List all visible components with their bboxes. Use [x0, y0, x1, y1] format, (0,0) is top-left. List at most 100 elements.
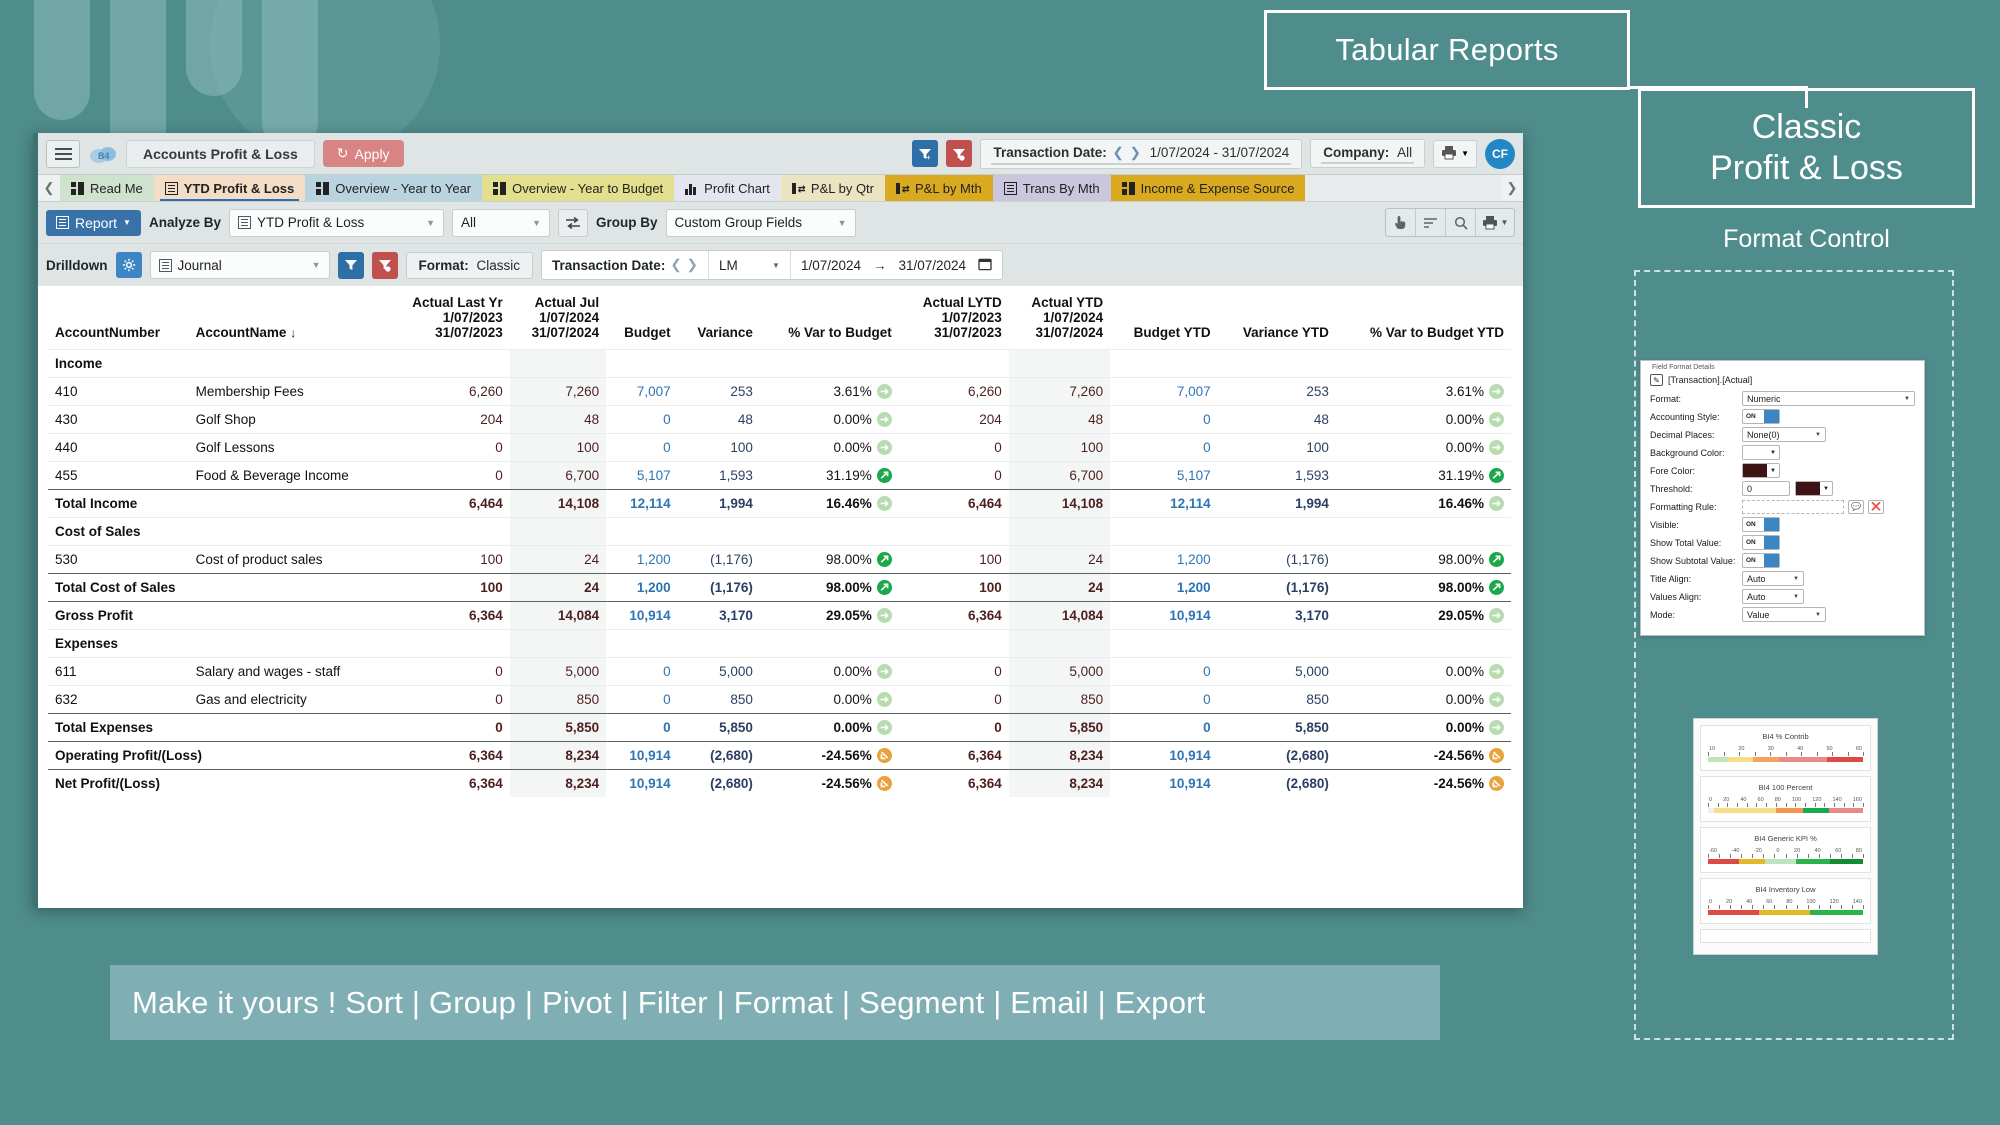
add-filter-icon-2[interactable]: [338, 252, 364, 279]
table-total-row[interactable]: Total Expenses05,85005,8500.00%05,85005,…: [48, 714, 1511, 742]
pct-value: 98.00%: [826, 580, 872, 595]
report-toolbar-row-2: Drilldown Journal ▼ Format: Classic Tran…: [38, 243, 1523, 286]
table-total-row[interactable]: Operating Profit/(Loss)6,3648,23410,914(…: [48, 742, 1511, 770]
clear-icon[interactable]: ❌: [1868, 500, 1884, 514]
user-avatar[interactable]: CF: [1485, 139, 1515, 169]
tab-income-expense-source[interactable]: Income & Expense Source: [1111, 175, 1306, 201]
column-header-actualytd[interactable]: Actual YTD1/07/2024 31/07/2024: [1009, 286, 1110, 350]
date-prev-icon-2[interactable]: ❮: [670, 257, 681, 273]
color-swatch-background-color[interactable]: ▼: [1742, 445, 1780, 460]
tab-scroll-right-icon[interactable]: ❯: [1501, 175, 1523, 201]
apply-button[interactable]: ↻ Apply: [323, 140, 404, 167]
format-select-values-align[interactable]: Auto▼: [1742, 589, 1804, 604]
format-toggle-show-subtotal-value[interactable]: ON: [1742, 553, 1780, 568]
cell-variance-ytd: (1,176): [1218, 546, 1336, 574]
threshold-color-swatch[interactable]: ▼: [1795, 481, 1833, 496]
kpi-segment: [1708, 757, 1727, 762]
format-toggle-show-total-value[interactable]: ON: [1742, 535, 1780, 550]
date-next-icon-2[interactable]: ❯: [687, 257, 698, 273]
tab-ytd-profit-loss[interactable]: YTD Profit & Loss: [154, 175, 306, 201]
format-style-button[interactable]: Format: Classic: [406, 252, 534, 279]
formatting-rule-input[interactable]: [1742, 500, 1844, 514]
table-row[interactable]: 632Gas and electricity085008500.00%08500…: [48, 686, 1511, 714]
format-toggle-accounting-style[interactable]: ON: [1742, 409, 1780, 424]
kpi-card-bi4-generic-kpi[interactable]: BI4 Generic KPI %-60-40-20020406080: [1700, 827, 1871, 873]
table-row[interactable]: 530Cost of product sales100241,200(1,176…: [48, 546, 1511, 574]
table-row[interactable]: 410Membership Fees6,2607,2607,0072533.61…: [48, 378, 1511, 406]
report-caret-icon: ▼: [123, 218, 131, 227]
column-header-accountname[interactable]: AccountName ↓: [189, 286, 387, 350]
kpi-color-bar: [1708, 808, 1863, 813]
menu-icon[interactable]: [46, 140, 80, 168]
column-header-budgetytd[interactable]: Budget YTD: [1110, 286, 1218, 350]
column-header-pctvarbudget[interactable]: % Var to Budget: [760, 286, 899, 350]
clear-filter-icon[interactable]: [946, 140, 972, 167]
company-selector[interactable]: Company: All: [1310, 139, 1425, 168]
tab-overview-year-to-budget[interactable]: Overview - Year to Budget: [482, 175, 674, 201]
kpi-card-bi4-inventory-low[interactable]: BI4 Inventory Low020406080100120140: [1700, 878, 1871, 924]
tab-p-l-by-qtr[interactable]: ⇄P&L by Qtr: [781, 175, 885, 201]
add-filter-icon[interactable]: +: [912, 140, 938, 167]
print-report-icon[interactable]: ▼: [1476, 209, 1514, 236]
format-select-decimal-places[interactable]: None(0)▼: [1742, 427, 1826, 442]
pointer-select-icon[interactable]: [1386, 209, 1416, 236]
column-header-actuallastyr[interactable]: Actual Last Yr1/07/2023 31/07/2023: [386, 286, 510, 350]
scope-filter-select[interactable]: All ▼: [452, 209, 550, 237]
tab-read-me[interactable]: Read Me: [60, 175, 154, 201]
tab-scroll-left-icon[interactable]: ❮: [38, 175, 60, 201]
column-header-budget[interactable]: Budget: [606, 286, 678, 350]
format-select-mode[interactable]: Value▼: [1742, 607, 1826, 622]
date-next-icon[interactable]: ❯: [1130, 145, 1141, 160]
tab-trans-by-mth[interactable]: Trans By Mth: [993, 175, 1111, 201]
format-toggle-visible[interactable]: ON: [1742, 517, 1780, 532]
date-range-input[interactable]: 1/07/2024 → 31/07/2024: [790, 251, 1002, 279]
gear-icon[interactable]: [116, 252, 142, 278]
table-total-row[interactable]: Gross Profit6,36414,08410,9143,17029.05%…: [48, 602, 1511, 630]
column-header-accountnumber[interactable]: AccountNumber: [48, 286, 189, 350]
table-total-row[interactable]: Total Income6,46414,10812,1141,99416.46%…: [48, 490, 1511, 518]
column-header-actualjul[interactable]: Actual Jul1/07/2024 31/07/2024: [510, 286, 606, 350]
threshold-input[interactable]: 0: [1742, 481, 1790, 496]
column-title: Actual YTD: [1031, 295, 1103, 310]
period-select[interactable]: LM ▼: [708, 251, 790, 279]
date-prev-icon[interactable]: ❮: [1113, 145, 1124, 160]
table-total-row[interactable]: Total Cost of Sales100241,200(1,176)98.0…: [48, 574, 1511, 602]
search-icon[interactable]: [1446, 209, 1476, 236]
table-total-row[interactable]: Net Profit/(Loss)6,3648,23410,914(2,680)…: [48, 770, 1511, 798]
kpi-card-bi4-100-percent[interactable]: BI4 100 Percent020406080100120140160: [1700, 776, 1871, 822]
column-header-actuallytd[interactable]: Actual LYTD1/07/2023 31/07/2023: [899, 286, 1009, 350]
tab-p-l-by-mth[interactable]: ⇄P&L by Mth: [885, 175, 993, 201]
print-button[interactable]: ▼: [1433, 140, 1477, 168]
kpi-segment: [1753, 757, 1779, 762]
clear-filter-icon-2[interactable]: [372, 252, 398, 279]
tab-overview-year-to-year[interactable]: Overview - Year to Year: [305, 175, 482, 201]
drilldown-target-select[interactable]: Journal ▼: [150, 251, 330, 279]
column-title: Variance YTD: [1243, 325, 1329, 340]
column-header-pctvarbudgetytd[interactable]: % Var to Budget YTD: [1336, 286, 1511, 350]
color-swatch-fore-color[interactable]: ▼: [1742, 463, 1780, 478]
transaction-date-display[interactable]: Transaction Date: ❮ ❯ 1/07/2024 - 31/07/…: [980, 139, 1302, 169]
column-header-variance[interactable]: Variance: [678, 286, 760, 350]
edit-icon[interactable]: ✎: [1650, 374, 1663, 386]
kpi-segment: [1829, 808, 1863, 813]
sort-icon[interactable]: [1416, 209, 1446, 236]
comment-icon[interactable]: 💬: [1848, 500, 1864, 514]
table-row[interactable]: 611Salary and wages - staff05,00005,0000…: [48, 658, 1511, 686]
column-header-varianceytd[interactable]: Variance YTD: [1218, 286, 1336, 350]
kpi-card-bi4-contrib[interactable]: BI4 % Contrib102030405060: [1700, 725, 1871, 771]
pct-value: 0.00%: [1446, 440, 1484, 455]
calendar-icon[interactable]: [978, 257, 992, 274]
tab-profit-chart[interactable]: Profit Chart: [674, 175, 781, 201]
format-select-format[interactable]: Numeric▼: [1742, 391, 1915, 406]
table-row[interactable]: 430Golf Shop204480480.00%204480480.00%: [48, 406, 1511, 434]
group-by-select[interactable]: Custom Group Fields ▼: [666, 209, 856, 237]
swap-axes-button[interactable]: [558, 209, 588, 237]
format-select-title-align[interactable]: Auto▼: [1742, 571, 1804, 586]
callout-classic-label: Classic Profit & Loss: [1710, 107, 1903, 189]
report-menu-button[interactable]: Report ▼: [46, 210, 141, 236]
analyze-by-select[interactable]: YTD Profit & Loss ▼: [229, 209, 444, 237]
pct-value: 0.00%: [1446, 664, 1484, 679]
table-row[interactable]: 455Food & Beverage Income06,7005,1071,59…: [48, 462, 1511, 490]
trend-arrow-icon: [1489, 384, 1504, 399]
table-row[interactable]: 440Golf Lessons010001000.00%010001000.00…: [48, 434, 1511, 462]
